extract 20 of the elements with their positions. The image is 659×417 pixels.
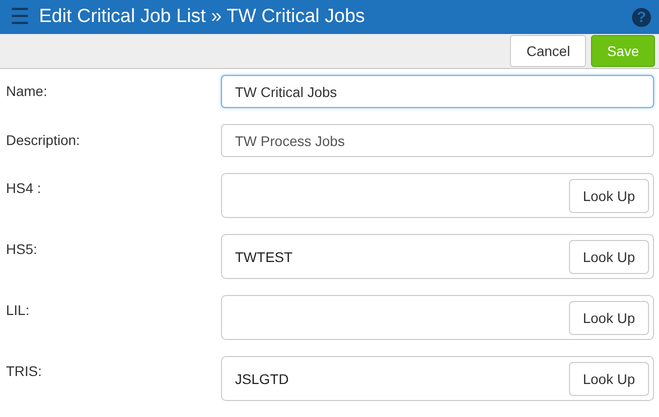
field-value: TWTEST [235, 248, 294, 264]
text-field[interactable]: TW Critical Jobs [221, 75, 654, 108]
field-label: LIL: [6, 301, 30, 318]
look-up-button[interactable]: Look Up [568, 300, 649, 334]
cancel-button[interactable]: Cancel [510, 35, 586, 67]
look-up-button[interactable]: Look Up [568, 178, 649, 212]
field-label: Name: [6, 82, 48, 99]
lookup-field[interactable]: TWTEST Look Up [221, 234, 654, 279]
field-label: Description: [6, 131, 81, 148]
text-field[interactable]: TW Process Jobs [221, 124, 654, 157]
lookup-field[interactable]: Look Up [221, 295, 654, 340]
look-up-button[interactable]: Look Up [568, 240, 649, 274]
look-up-button[interactable]: Look Up [568, 362, 649, 396]
field-value: JSLGTD [235, 370, 290, 386]
field-label: TRIS: [6, 362, 43, 379]
lookup-field[interactable]: JSLGTD Look Up [221, 356, 654, 401]
lookup-field[interactable]: Look Up [221, 173, 654, 218]
field-label: HS4 : [6, 179, 42, 196]
page-title: Edit Critical Job List » TW Critical Jobs [39, 6, 366, 28]
field-label: HS5: [6, 240, 38, 257]
